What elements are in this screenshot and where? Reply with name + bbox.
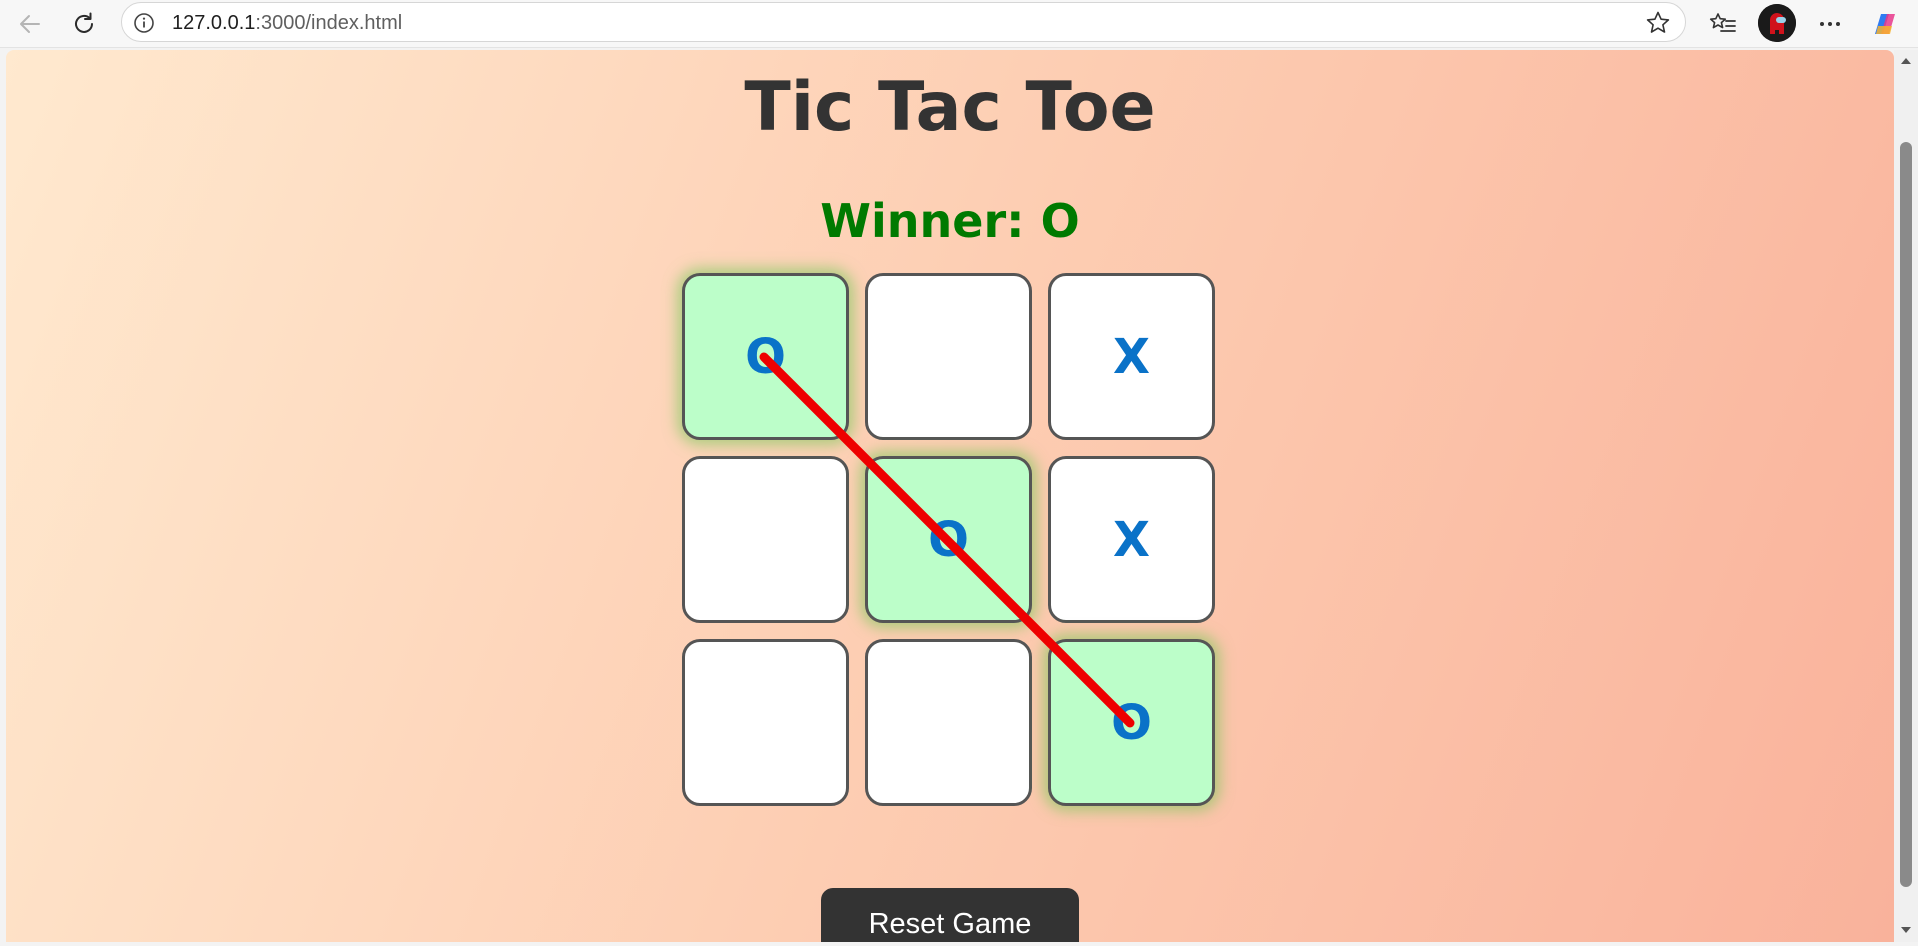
board-cell-1[interactable]: O bbox=[682, 273, 849, 440]
favorites-button[interactable] bbox=[1705, 6, 1741, 42]
browser-toolbar: 127.0.0.1:3000/index.html bbox=[0, 0, 1918, 48]
game-status: Winner: O bbox=[820, 194, 1080, 248]
board-cell-8[interactable] bbox=[865, 639, 1032, 806]
board-cell-6[interactable]: X bbox=[1048, 456, 1215, 623]
reset-game-button[interactable]: Reset Game bbox=[821, 888, 1079, 942]
page-background: Tic Tac Toe Winner: O O X O X O Reset Ga… bbox=[6, 50, 1894, 942]
copilot-icon bbox=[1875, 14, 1895, 34]
reload-button[interactable] bbox=[66, 6, 102, 42]
more-icon bbox=[1820, 22, 1840, 26]
back-button[interactable] bbox=[12, 6, 48, 42]
site-info-icon[interactable] bbox=[132, 11, 156, 35]
reload-icon bbox=[75, 12, 93, 33]
game-board: O X O X O bbox=[682, 273, 1222, 813]
scroll-down-arrow-icon[interactable] bbox=[1900, 924, 1912, 936]
scroll-up-arrow-icon[interactable] bbox=[1900, 55, 1912, 67]
scrollbar-thumb[interactable] bbox=[1900, 142, 1912, 887]
favorites-list-icon bbox=[1709, 13, 1736, 32]
board-cell-7[interactable] bbox=[682, 639, 849, 806]
page-viewport: Tic Tac Toe Winner: O O X O X O Reset Ga… bbox=[6, 50, 1894, 942]
url-host: 127.0.0.1 bbox=[172, 12, 256, 34]
profile-avatar[interactable] bbox=[1758, 4, 1796, 42]
board-cell-2[interactable] bbox=[865, 273, 1032, 440]
board-cell-5[interactable]: O bbox=[865, 456, 1032, 623]
board-cell-9[interactable]: O bbox=[1048, 639, 1215, 806]
url-path: :3000/index.html bbox=[255, 12, 403, 34]
page-title: Tic Tac Toe bbox=[744, 68, 1156, 147]
board-cell-3[interactable]: X bbox=[1048, 273, 1215, 440]
star-icon[interactable] bbox=[1645, 10, 1671, 36]
back-arrow-icon bbox=[20, 15, 40, 33]
url-text[interactable]: 127.0.0.1:3000/index.html bbox=[172, 12, 402, 35]
copilot-button[interactable] bbox=[1867, 6, 1903, 42]
page-scrollbar[interactable] bbox=[1894, 50, 1918, 942]
board-cell-4[interactable] bbox=[682, 456, 849, 623]
address-bar[interactable]: 127.0.0.1:3000/index.html bbox=[121, 2, 1686, 42]
more-button[interactable] bbox=[1812, 6, 1848, 42]
